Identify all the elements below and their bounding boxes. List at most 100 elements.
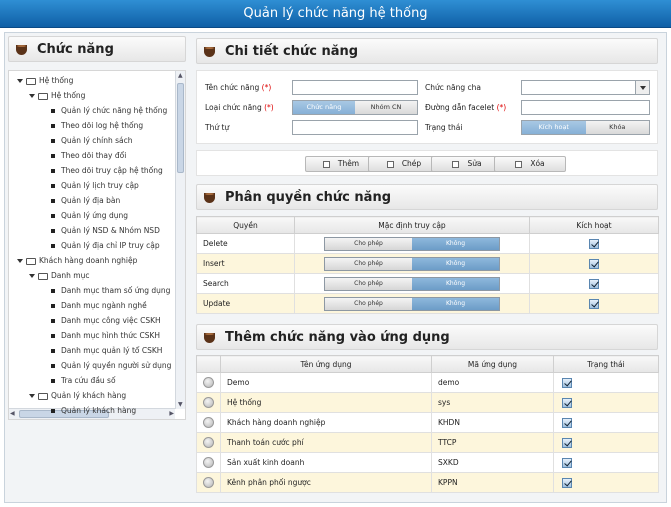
toggle-allow[interactable]: Cho phép: [325, 237, 412, 250]
app-select-cell: [196, 432, 221, 453]
app-radio[interactable]: [203, 417, 214, 428]
toggle-deny[interactable]: Không: [412, 297, 499, 310]
tree-node-label: Hệ thống: [39, 76, 74, 85]
default-access-toggle[interactable]: Cho phép Không: [324, 236, 500, 251]
app-radio[interactable]: [203, 377, 214, 388]
tree-node[interactable]: Theo dõi thay đổi: [51, 148, 126, 163]
function-name-input[interactable]: [292, 80, 418, 95]
tree-node[interactable]: Hệ thống: [17, 73, 73, 88]
detail-header: Chi tiết chức năng: [196, 38, 658, 64]
function-type-option-function[interactable]: Chức năng: [293, 101, 355, 114]
edit-icon: [452, 160, 460, 168]
folder-open-icon: [26, 77, 36, 85]
function-type-option-group[interactable]: Nhóm CN: [355, 101, 417, 114]
app-radio[interactable]: [203, 397, 214, 408]
toggle-allow[interactable]: Cho phép: [325, 257, 412, 270]
expand-arrow-icon[interactable]: [17, 259, 23, 263]
app-row[interactable]: Thanh toán cước phí TTCP: [196, 432, 659, 453]
scroll-left-icon[interactable]: ◀: [10, 410, 15, 417]
tree-node[interactable]: Danh mục: [29, 268, 89, 283]
app-radio[interactable]: [203, 437, 214, 448]
default-access-toggle[interactable]: Cho phép Không: [324, 296, 500, 311]
tree-node-label: Quản lý địa bàn: [61, 196, 121, 205]
tree-node[interactable]: Quản lý quyền người sử dụng: [51, 358, 171, 373]
tree-node[interactable]: Khách hàng doanh nghiệp: [17, 253, 137, 268]
copy-button[interactable]: Chép: [368, 156, 440, 172]
tree-node[interactable]: Tra cứu đầu số: [51, 373, 116, 388]
order-input[interactable]: [292, 120, 418, 135]
tree-node[interactable]: Quản lý khách hàng: [51, 403, 136, 418]
default-access-toggle[interactable]: Cho phép Không: [324, 276, 500, 291]
tree-node[interactable]: Quản lý chính sách: [51, 133, 133, 148]
app-row[interactable]: Hệ thống sys: [196, 392, 659, 413]
permission-name: Insert: [196, 253, 295, 274]
active-checkbox[interactable]: [589, 238, 599, 249]
tree-node[interactable]: Quản lý chức năng hệ thống: [51, 103, 167, 118]
edit-button[interactable]: Sửa: [431, 156, 503, 172]
app-select-cell: [196, 412, 221, 433]
scroll-up-icon[interactable]: ▲: [178, 72, 183, 79]
tree-node[interactable]: Theo dõi log hệ thống: [51, 118, 143, 133]
tree-vertical-scroll-thumb[interactable]: [177, 83, 184, 173]
app-status-checkbox[interactable]: [562, 377, 572, 388]
tree-node[interactable]: Hệ thống: [29, 88, 85, 103]
detail-form: Tên chức năng (*) Loại chức năng (*) Chứ…: [196, 70, 658, 144]
tree-node[interactable]: Quản lý địa chỉ IP truy cập: [51, 238, 160, 253]
facelet-path-input[interactable]: [521, 100, 650, 115]
trash-icon: [515, 160, 523, 168]
tree-node[interactable]: Danh mục quản lý tổ CSKH: [51, 343, 162, 358]
toggle-allow[interactable]: Cho phép: [325, 277, 412, 290]
app-status-checkbox[interactable]: [562, 457, 572, 468]
function-tree[interactable]: ▲ ▼ ◀ ▶ Hệ thống Hệ thống Quản lý chức năn…: [8, 70, 186, 420]
status-option-active[interactable]: Kích hoạt: [522, 121, 586, 134]
app-row[interactable]: Kênh phân phối ngược KPPN: [196, 472, 659, 493]
active-checkbox[interactable]: [589, 258, 599, 269]
chevron-down-icon[interactable]: [635, 81, 649, 94]
app-status-checkbox[interactable]: [562, 417, 572, 428]
toggle-deny[interactable]: Không: [412, 237, 499, 250]
tree-node[interactable]: Quản lý lịch truy cập: [51, 178, 139, 193]
app-status-checkbox[interactable]: [562, 437, 572, 448]
expand-arrow-icon[interactable]: [29, 274, 35, 278]
status-toggle[interactable]: Kích hoạt Khóa: [521, 120, 650, 135]
scroll-right-icon[interactable]: ▶: [169, 410, 174, 417]
delete-button[interactable]: Xóa: [494, 156, 566, 172]
default-access-toggle[interactable]: Cho phép Không: [324, 256, 500, 271]
tree-node[interactable]: Danh mục hình thức CSKH: [51, 328, 160, 343]
active-checkbox[interactable]: [589, 298, 599, 309]
order-label: Thứ tự: [205, 123, 230, 132]
expand-arrow-icon[interactable]: [29, 394, 35, 398]
tree-node[interactable]: Theo dõi truy cập hệ thống: [51, 163, 163, 178]
expand-arrow-icon[interactable]: [29, 94, 35, 98]
tree-node[interactable]: Quản lý địa bàn: [51, 193, 120, 208]
add-button[interactable]: Thêm: [305, 156, 377, 172]
app-radio[interactable]: [203, 477, 214, 488]
tree-node[interactable]: Quản lý ứng dụng: [51, 208, 128, 223]
copy-button-label: Chép: [401, 159, 422, 168]
parent-function-select[interactable]: [521, 80, 650, 95]
app-code: sys: [431, 392, 554, 413]
app-status-checkbox[interactable]: [562, 477, 572, 488]
app-status-checkbox[interactable]: [562, 397, 572, 408]
app-row[interactable]: Khách hàng doanh nghiệp KHDN: [196, 412, 659, 433]
app-radio[interactable]: [203, 457, 214, 468]
status-option-locked[interactable]: Khóa: [585, 121, 649, 134]
app-row[interactable]: Sản xuất kinh doanh SXKD: [196, 452, 659, 473]
app-row[interactable]: Demo demo: [196, 372, 659, 393]
function-type-toggle[interactable]: Chức năng Nhóm CN: [292, 100, 418, 115]
tree-vertical-scrollbar[interactable]: ▲ ▼: [175, 71, 185, 409]
active-checkbox[interactable]: [589, 278, 599, 289]
tree-node[interactable]: Danh mục công việc CSKH: [51, 313, 161, 328]
tree-node[interactable]: Quản lý NSD & Nhóm NSD: [51, 223, 160, 238]
default-access-cell: Cho phép Không: [294, 293, 530, 314]
toggle-deny[interactable]: Không: [412, 277, 499, 290]
expand-arrow-icon[interactable]: [17, 79, 23, 83]
toggle-deny[interactable]: Không: [412, 257, 499, 270]
tree-node[interactable]: Danh mục ngành nghề: [51, 298, 147, 313]
tree-node[interactable]: Quản lý khách hàng: [29, 388, 126, 403]
scroll-down-icon[interactable]: ▼: [178, 401, 183, 408]
app-name: Khách hàng doanh nghiệp: [220, 412, 432, 433]
tree-node[interactable]: Danh mục tham số ứng dụng: [51, 283, 170, 298]
tree-node-label: Danh mục tham số ứng dụng: [61, 286, 171, 295]
toggle-allow[interactable]: Cho phép: [325, 297, 412, 310]
